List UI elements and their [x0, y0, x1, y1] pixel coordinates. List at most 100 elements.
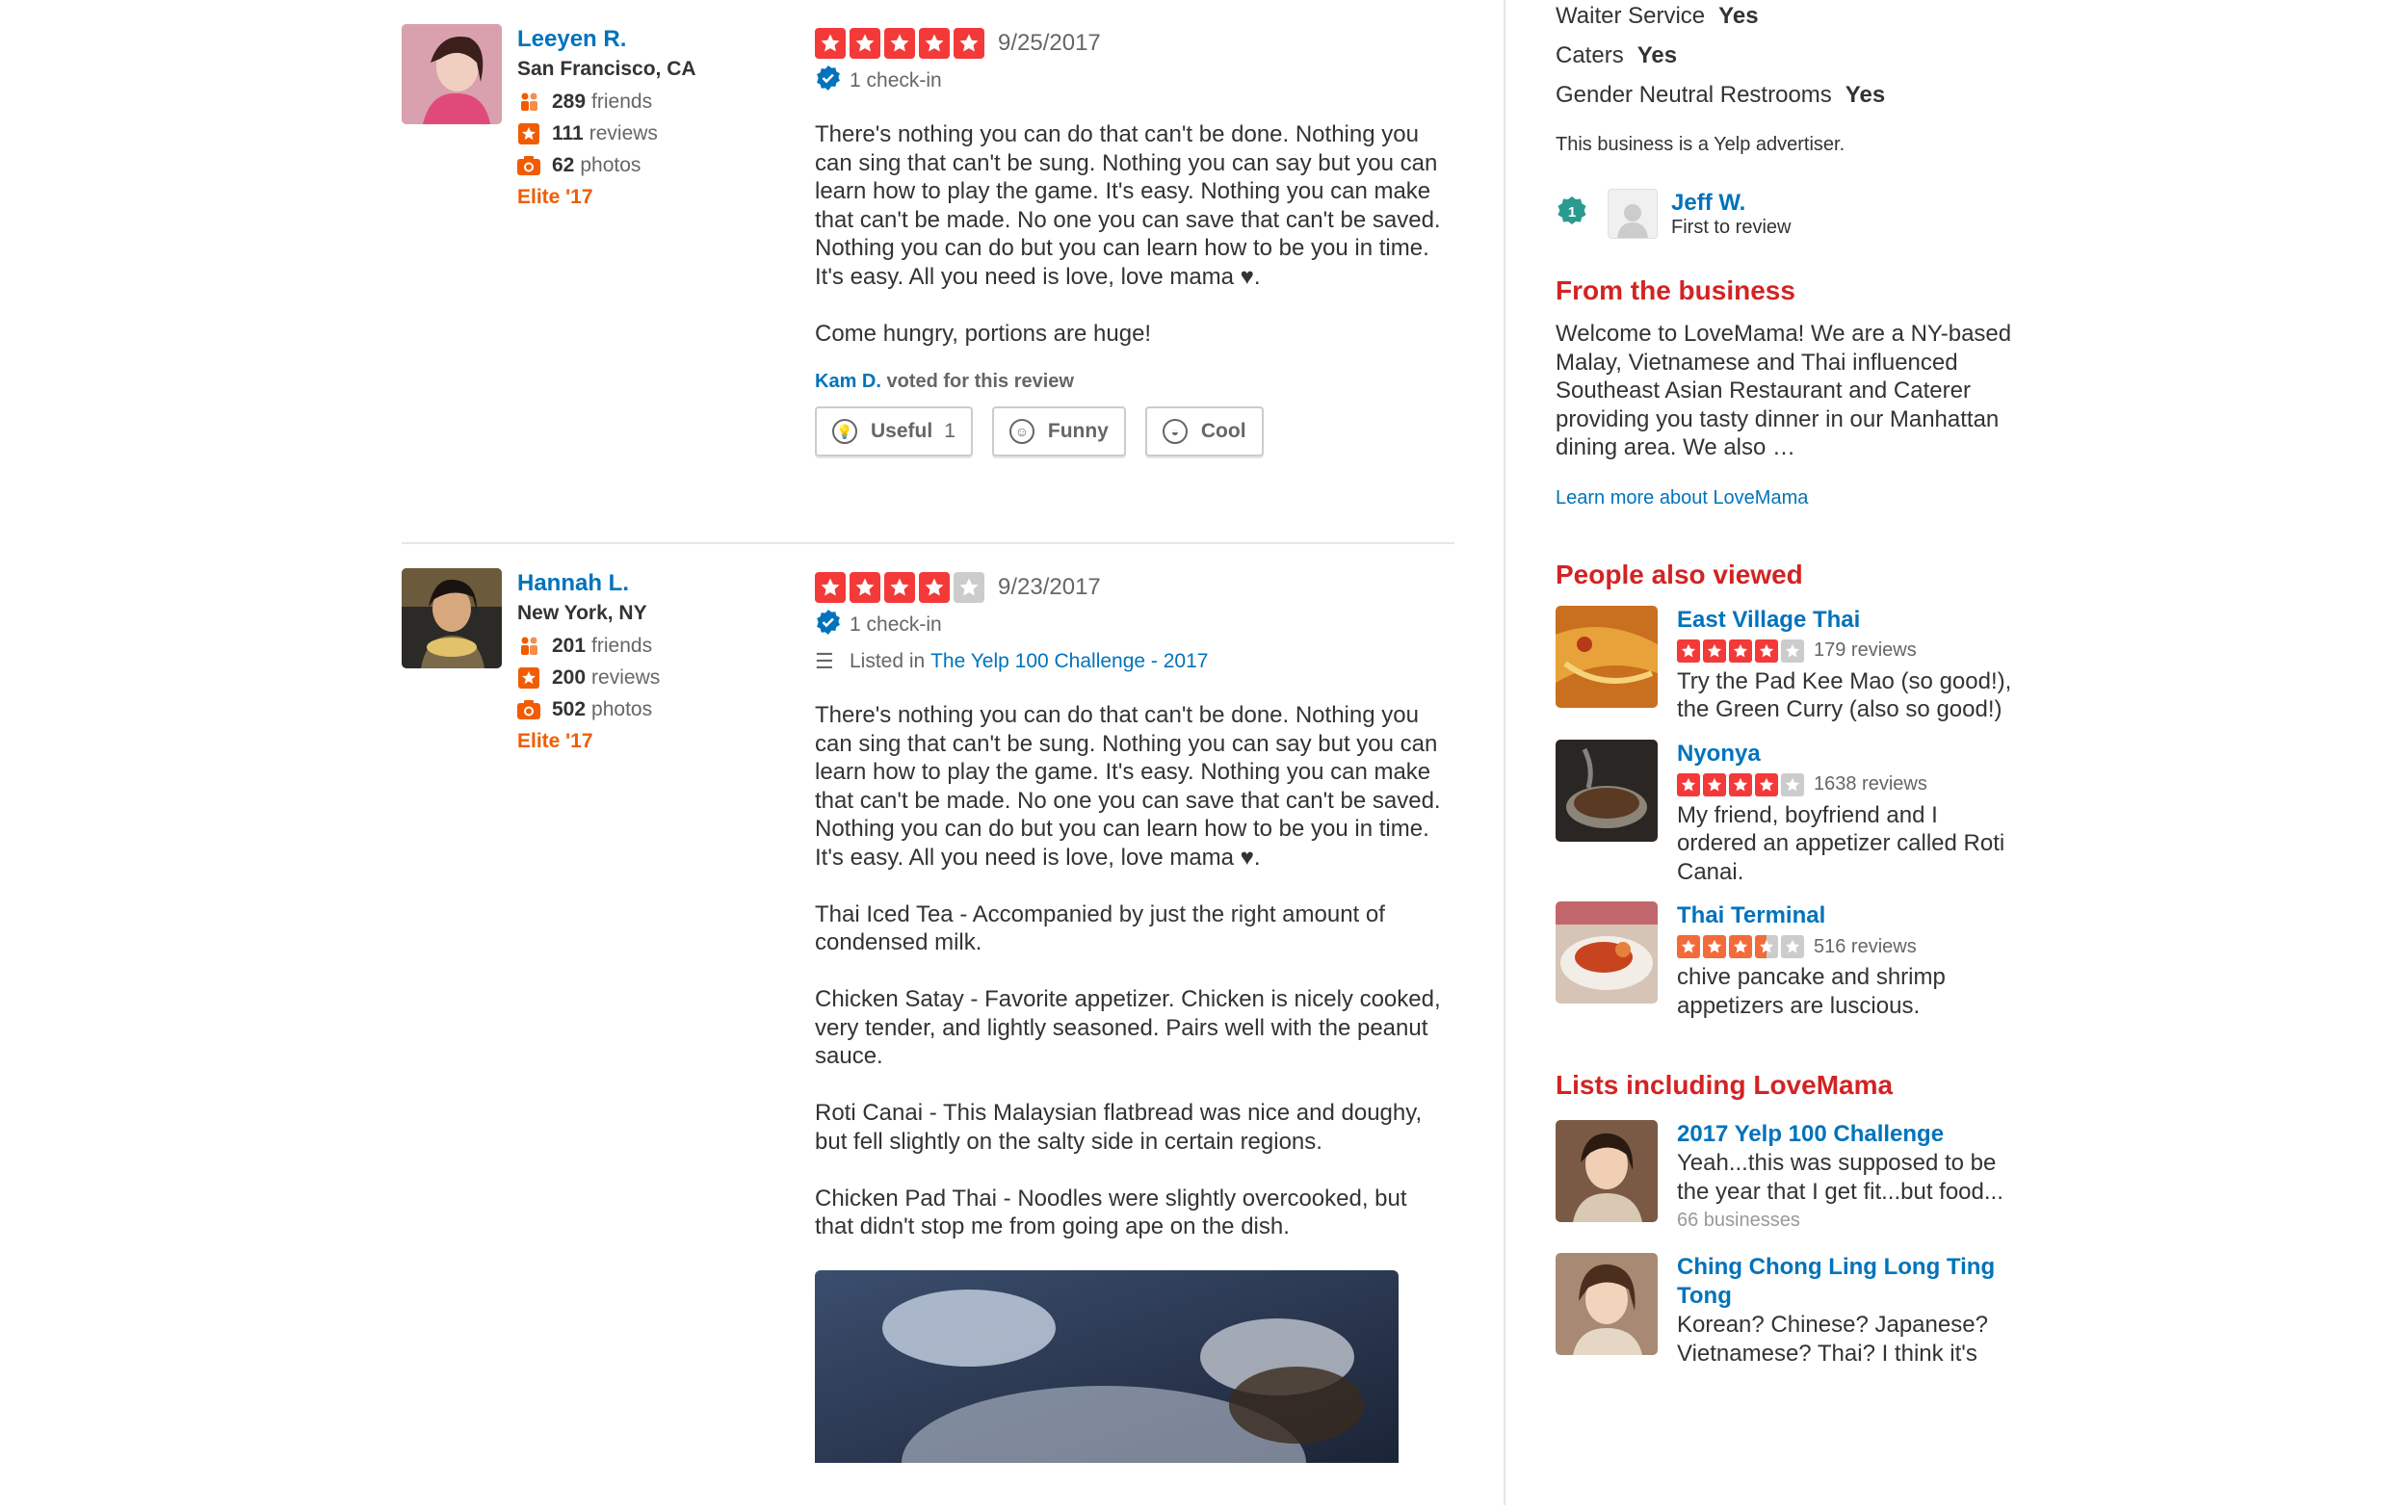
business-snippet: chive pancake and shrimp appetizers are … [1677, 964, 1946, 1019]
elite-badge[interactable]: Elite '17 [517, 181, 806, 214]
friends-count: 289 [552, 91, 587, 113]
photos-label: photos [591, 698, 653, 720]
star-icon [815, 28, 846, 59]
star-icon [919, 28, 950, 59]
star-icon [1755, 772, 1778, 796]
checkin-text: 1 check-in [850, 69, 942, 91]
list-thumbnail[interactable] [1556, 1253, 1658, 1355]
photos-count: 62 [552, 154, 575, 176]
friends-icon [517, 636, 540, 657]
reviews-count: 200 [552, 666, 587, 689]
star-icon [954, 572, 984, 603]
review-item: Hannah L. New York, NY 201 friends 200 rev… [0, 568, 1464, 1512]
sidebar: Waiter Service Yes Caters Yes Gender Neutr… [1556, 0, 2018, 1368]
list-name-link[interactable]: Ching Chong Ling Long Ting Tong [1677, 1254, 1995, 1309]
attribute-label: Waiter Service [1556, 3, 1706, 29]
reviews-count: 111 [552, 122, 584, 144]
listed-link[interactable]: The Yelp 100 Challenge - 2017 [930, 650, 1208, 673]
learn-more-link[interactable]: Learn more about LoveMama [1556, 487, 2018, 509]
review-count: 1638 reviews [1814, 773, 1927, 795]
star-rating [815, 28, 984, 59]
default-avatar-icon[interactable] [1608, 189, 1658, 239]
listed-in: ☰ Listed in The Yelp 100 Challenge - 201… [815, 643, 1441, 680]
review-text: There's nothing you can do that can't be… [815, 121, 1441, 347]
review-date: 9/25/2017 [998, 30, 1101, 56]
attribute-label: Gender Neutral Restrooms [1556, 82, 1832, 108]
first-reviewer-link[interactable]: Jeff W. [1671, 190, 1791, 217]
star-icon [517, 122, 540, 144]
attribute-row: Waiter Service Yes [1556, 0, 2018, 36]
funny-label: Funny [1047, 420, 1109, 442]
star-icon [1781, 639, 1804, 663]
avatar[interactable] [402, 568, 502, 668]
smiley-icon: ☺ [1008, 419, 1034, 444]
attributes-list: Waiter Service Yes Caters Yes Gender Neutr… [1556, 0, 2018, 115]
star-icon [1755, 639, 1778, 663]
star-icon [954, 28, 984, 59]
star-icon [1677, 935, 1700, 958]
user-info: Leeyen R. San Francisco, CA 289 friends 1… [517, 24, 806, 214]
attribute-value: Yes [1718, 3, 1759, 29]
user-location: San Francisco, CA [517, 58, 696, 80]
list-name-link[interactable]: 2017 Yelp 100 Challenge [1677, 1121, 1944, 1147]
business-thumbnail[interactable] [1556, 901, 1658, 1004]
reviews-stat: 200 reviews [517, 662, 806, 693]
first-to-review: 1 Jeff W. First to review [1556, 189, 2018, 239]
avatar[interactable] [402, 24, 502, 124]
attribute-label: Caters [1556, 42, 1624, 68]
friends-stat: 201 friends [517, 630, 806, 662]
business-snippet: My friend, boyfriend and I ordered an ap… [1677, 801, 2005, 885]
advertiser-note: This business is a Yelp advertiser. [1556, 134, 1845, 155]
friends-count: 201 [552, 635, 587, 657]
review-body: 9/23/2017 1 check-in ☰ Listed in The Yel… [815, 568, 1441, 1463]
lightbulb-icon: 💡 [832, 419, 857, 444]
reviews-stat: 111 reviews [517, 117, 806, 149]
user-name-link[interactable]: Leeyen R. [517, 24, 806, 55]
star-icon [815, 572, 846, 603]
star-rating [815, 572, 984, 603]
star-icon [884, 572, 915, 603]
useful-button[interactable]: 💡 Useful 1 [815, 406, 973, 456]
list-snippet: Korean? Chinese? Japanese? Vietnamese? T… [1677, 1312, 1988, 1367]
star-icon [1729, 639, 1752, 663]
business-rating: 1638 reviews [1677, 769, 2018, 801]
star-rating [1677, 772, 1804, 796]
checkin-info: 1 check-in [815, 63, 1441, 99]
star-icon [919, 572, 950, 603]
attribute-row: Gender Neutral Restrooms Yes [1556, 75, 2018, 115]
list-thumbnail[interactable] [1556, 1120, 1658, 1222]
related-business: Thai Terminal 516 reviews chive pancake … [1556, 901, 2018, 1020]
photos-count: 502 [552, 698, 587, 720]
business-name-link[interactable]: Thai Terminal [1677, 902, 1825, 928]
business-name-link[interactable]: East Village Thai [1677, 607, 1860, 633]
business-thumbnail[interactable] [1556, 605, 1658, 708]
list-snippet: Yeah...this was supposed to be the year … [1677, 1150, 2003, 1205]
elite-badge[interactable]: Elite '17 [517, 725, 806, 758]
checkin-info: 1 check-in [815, 607, 1441, 643]
business-name-link[interactable]: Nyonya [1677, 741, 1761, 767]
business-thumbnail[interactable] [1556, 739, 1658, 842]
review-date: 9/23/2017 [998, 574, 1101, 600]
cool-button[interactable]: ◒ Cool [1144, 406, 1264, 456]
friends-icon [517, 91, 540, 113]
related-business: East Village Thai 179 reviews Try the Pa… [1556, 605, 2018, 724]
funny-button[interactable]: ☺ Funny [991, 406, 1126, 456]
attribute-value: Yes [1845, 82, 1886, 108]
rating-row: 9/25/2017 [815, 24, 1441, 63]
user-info: Hannah L. New York, NY 201 friends 200 rev… [517, 568, 806, 758]
user-name-link[interactable]: Hannah L. [517, 568, 806, 599]
star-icon [1677, 772, 1700, 796]
voter-link[interactable]: Kam D. [815, 371, 881, 392]
first-review-ribbon-icon: 1 [1556, 196, 1608, 233]
related-business: Nyonya 1638 reviews My friend, boyfriend… [1556, 739, 2018, 887]
first-review-rank: 1 [1568, 204, 1576, 221]
list-count: 66 businesses [1677, 1210, 1800, 1231]
star-icon [884, 28, 915, 59]
review-photo[interactable] [815, 1269, 1399, 1463]
review-text: There's nothing you can do that can't be… [815, 702, 1441, 1239]
cool-label: Cool [1200, 420, 1246, 442]
people-also-viewed-heading: People also viewed [1556, 559, 1803, 589]
star-icon [1677, 639, 1700, 663]
star-icon [1703, 639, 1726, 663]
voters-line: Kam D. voted for this review [815, 371, 1441, 393]
